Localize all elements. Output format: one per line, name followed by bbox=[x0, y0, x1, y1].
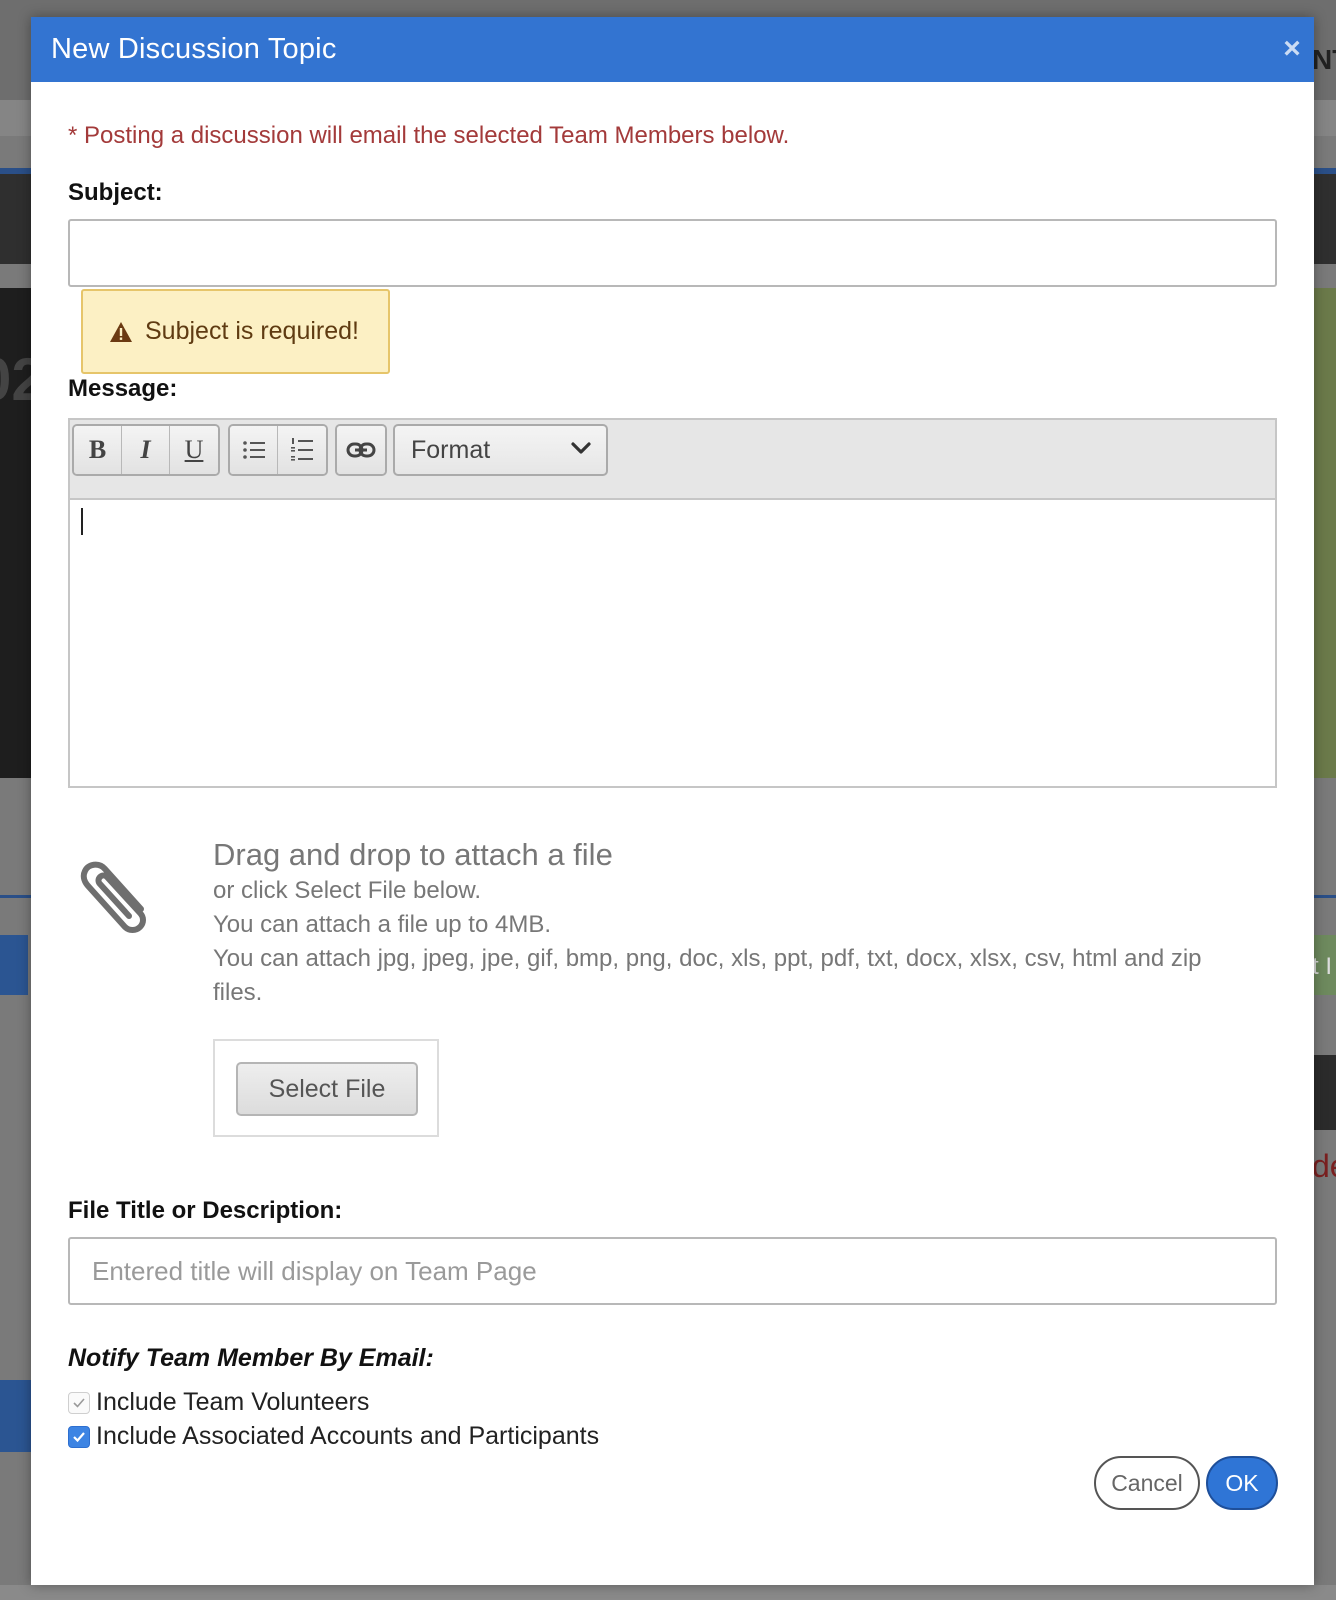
bg-edge-text-mid: t I bbox=[1312, 953, 1333, 980]
numbered-list-icon bbox=[291, 438, 313, 461]
editor-toolbar: B I U Format bbox=[70, 420, 1275, 500]
paperclip-icon bbox=[80, 861, 146, 933]
include-accounts-checkbox[interactable] bbox=[68, 1425, 90, 1448]
message-label: Message: bbox=[68, 375, 178, 402]
link-icon bbox=[346, 442, 376, 458]
close-icon[interactable]: × bbox=[1278, 34, 1306, 64]
include-volunteers-label: Include Team Volunteers bbox=[96, 1388, 370, 1416]
modal-title: New Discussion Topic bbox=[51, 33, 337, 65]
check-icon bbox=[73, 1397, 85, 1408]
notify-title: Notify Team Member By Email: bbox=[68, 1344, 434, 1372]
link-button[interactable] bbox=[337, 426, 385, 474]
file-title-input[interactable] bbox=[68, 1237, 1277, 1305]
include-accounts-label: Include Associated Accounts and Particip… bbox=[96, 1422, 600, 1450]
italic-button[interactable]: I bbox=[122, 426, 170, 474]
list-group bbox=[228, 424, 328, 476]
cancel-button[interactable]: Cancel bbox=[1094, 1456, 1200, 1510]
chevron-down-icon bbox=[571, 442, 591, 454]
select-file-button[interactable]: Select File bbox=[236, 1062, 418, 1116]
bg-tab-left bbox=[0, 935, 28, 995]
bulleted-list-button[interactable] bbox=[230, 426, 278, 474]
dropzone-line-1: or click Select File below. bbox=[213, 877, 482, 904]
modal-header: New Discussion Topic × bbox=[31, 17, 1314, 82]
message-editor: B I U Format bbox=[68, 418, 1277, 788]
include-volunteers-checkbox[interactable] bbox=[68, 1391, 90, 1414]
subject-label: Subject: bbox=[68, 179, 163, 206]
select-file-container: Select File bbox=[213, 1039, 439, 1137]
message-textarea[interactable] bbox=[70, 500, 1275, 786]
format-dropdown[interactable]: Format bbox=[393, 424, 608, 476]
include-accounts-option: Include Associated Accounts and Particip… bbox=[68, 1422, 599, 1451]
dropzone-line-4: files. bbox=[213, 979, 263, 1006]
ok-button[interactable]: OK bbox=[1206, 1456, 1278, 1510]
subject-input[interactable] bbox=[68, 219, 1277, 287]
bulleted-list-icon bbox=[242, 441, 265, 459]
subject-error-tooltip: Subject is required! bbox=[81, 289, 390, 374]
email-notice: * Posting a discussion will email the se… bbox=[68, 122, 790, 149]
new-discussion-modal: New Discussion Topic × * Posting a discu… bbox=[31, 17, 1314, 1585]
bg-edge-text-red: de bbox=[1312, 1148, 1336, 1184]
warning-icon bbox=[110, 321, 132, 342]
bg-blue-block bbox=[0, 1380, 32, 1452]
bold-button[interactable]: B bbox=[74, 426, 122, 474]
bg-bottom bbox=[0, 1585, 1336, 1600]
dropzone-title: Drag and drop to attach a file bbox=[213, 837, 613, 872]
dropzone-line-3: You can attach jpg, jpeg, jpe, gif, bmp,… bbox=[213, 945, 1202, 972]
link-group bbox=[335, 424, 387, 476]
include-volunteers-option: Include Team Volunteers bbox=[68, 1388, 369, 1417]
file-title-label: File Title or Description: bbox=[68, 1197, 343, 1224]
subject-error-text: Subject is required! bbox=[145, 317, 360, 345]
text-style-group: B I U bbox=[72, 424, 220, 476]
numbered-list-button[interactable] bbox=[278, 426, 326, 474]
underline-button[interactable]: U bbox=[170, 426, 218, 474]
text-caret bbox=[81, 508, 83, 535]
bg-edge-text-top: NT bbox=[1312, 44, 1336, 75]
format-dropdown-label: Format bbox=[411, 435, 491, 464]
check-icon bbox=[73, 1431, 85, 1442]
dropzone-line-2: You can attach a file up to 4MB. bbox=[213, 911, 552, 938]
